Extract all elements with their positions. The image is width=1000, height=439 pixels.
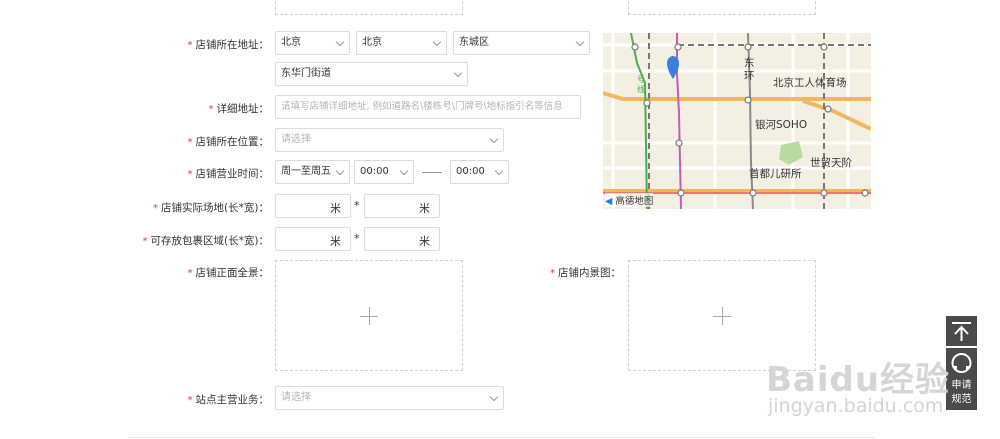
main-business-select[interactable]: 请选择: [275, 386, 504, 410]
unit-label: 米: [419, 235, 430, 248]
multiply-sign: *: [354, 199, 360, 212]
prev-upload-box-right: [628, 0, 816, 15]
rule-label: 规范: [951, 394, 972, 405]
map-label-line: 号 线: [637, 75, 645, 94]
map-roads: [603, 33, 871, 209]
days-select[interactable]: 周一至周五: [275, 160, 350, 184]
package-area-label: * 可存放包裹区域(长*宽)：: [142, 235, 269, 247]
map-label-yinhe: 银河SOHO: [755, 119, 808, 131]
front-photo-label: * 店铺正面全景：: [187, 267, 270, 279]
prev-upload-box-left: [275, 0, 463, 15]
province-select[interactable]: 北京: [275, 31, 350, 55]
plus-icon-stroke: [369, 306, 370, 325]
location-select[interactable]: 请选择: [275, 128, 504, 152]
city-select[interactable]: 北京: [356, 31, 447, 55]
chevron-down-icon: [575, 37, 585, 47]
street-select[interactable]: 东华门街道: [275, 62, 468, 86]
map-label-children-inst: 首都儿研所: [749, 168, 802, 180]
arrow-up-icon: [952, 322, 971, 341]
map-label-east-ring: 东 环: [744, 57, 755, 82]
chevron-down-icon: [432, 37, 442, 47]
apply-label: 申请: [951, 380, 972, 391]
map-provider-logo: ◀ 高德地图: [605, 193, 654, 207]
arrow-icon: ◀: [605, 196, 613, 207]
baidu-watermark: Baidu经验: [766, 360, 951, 400]
detail-address-input[interactable]: 请填写店铺详细地址, 例如道路名\楼栋号\门牌号\地标指引名等信息: [275, 95, 581, 119]
chevron-down-icon: [489, 134, 499, 144]
location-map[interactable]: 东 环 北京工人体育场 银河SOHO 世贸天阶 首都儿研所 号 线 ◀ 高德地图: [603, 33, 871, 209]
chevron-down-icon: [489, 392, 499, 402]
bottom-divider: [128, 437, 874, 438]
back-to-top-button[interactable]: [946, 316, 977, 346]
watermark-url: jingyan.baidu.com: [768, 395, 944, 417]
site-width-input[interactable]: 米: [364, 194, 440, 218]
chevron-down-icon: [453, 68, 463, 78]
unit-label: 米: [330, 202, 341, 215]
hours-label: * 店铺营业时间：: [187, 168, 270, 180]
start-time-select[interactable]: 00:00: [354, 160, 414, 184]
interior-photo-label: * 店铺内景图：: [550, 267, 621, 279]
time-separator: [422, 172, 442, 173]
headset-icon: [951, 353, 972, 373]
location-label: * 店铺所在位置：: [187, 136, 270, 148]
package-width-input[interactable]: 米: [364, 227, 440, 251]
chevron-down-icon: [335, 37, 345, 47]
package-length-input[interactable]: 米: [275, 227, 351, 251]
site-length-input[interactable]: 米: [275, 194, 351, 218]
chevron-down-icon: [399, 166, 409, 176]
end-time-select[interactable]: 00:00: [450, 160, 509, 184]
detail-address-label: * 详细地址：: [208, 103, 270, 115]
front-photo-upload[interactable]: [275, 260, 463, 371]
district-select[interactable]: 东城区: [453, 31, 590, 55]
address-label: * 店铺所在地址：: [187, 39, 270, 51]
map-label-shimao: 世贸天阶: [810, 157, 852, 169]
apply-rules-button[interactable]: 申请 规范: [946, 348, 977, 410]
site-area-label: * 店铺实际场地(长*宽)：: [153, 202, 269, 214]
plus-icon-stroke: [722, 306, 723, 325]
main-business-label: * 站点主营业务：: [187, 394, 270, 406]
multiply-sign: *: [354, 232, 360, 245]
chevron-down-icon: [494, 166, 504, 176]
chevron-down-icon: [335, 166, 345, 176]
unit-label: 米: [330, 235, 341, 248]
unit-label: 米: [419, 202, 430, 215]
map-label-stadium: 北京工人体育场: [773, 77, 847, 89]
